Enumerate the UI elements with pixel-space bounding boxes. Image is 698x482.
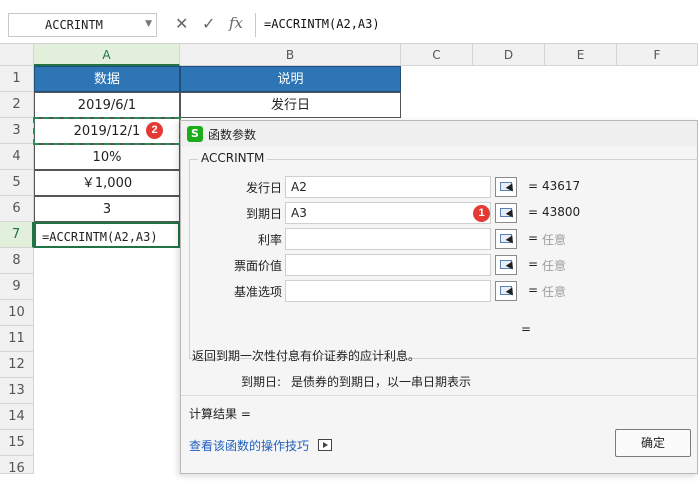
- insert-function-icon[interactable]: fx: [229, 14, 243, 32]
- cancel-icon[interactable]: ✕: [175, 14, 188, 33]
- divider: [181, 395, 697, 396]
- range-select-button[interactable]: [495, 255, 517, 275]
- cell-b2[interactable]: 发行日: [180, 92, 401, 118]
- step-badge-1: 1: [473, 205, 490, 222]
- row-header-11[interactable]: 11: [0, 326, 34, 352]
- range-select-button[interactable]: [495, 281, 517, 301]
- arg-input-par[interactable]: [285, 254, 491, 276]
- cell-a7[interactable]: =ACCRINTM(A2,A3): [34, 222, 180, 248]
- arg-label: 到期日: [245, 207, 282, 221]
- arg-row-par: 票面价值 = 任意: [190, 254, 698, 276]
- cell-a6[interactable]: 3: [34, 196, 180, 222]
- row-header-6[interactable]: 6: [0, 196, 34, 222]
- enter-icon[interactable]: ✓: [202, 14, 215, 33]
- range-select-button[interactable]: [495, 203, 517, 223]
- row-header-1[interactable]: 1: [0, 66, 34, 92]
- arguments-group: ACCRINTM 发行日 A2 = 43617 到期日 A3 = 43800 1…: [189, 151, 698, 359]
- column-header-e[interactable]: E: [545, 44, 617, 66]
- dialog-titlebar[interactable]: S 函数参数: [181, 121, 697, 147]
- function-help-link[interactable]: 查看该函数的操作技巧: [189, 437, 309, 454]
- row-header-10[interactable]: 10: [0, 300, 34, 326]
- cell-a2[interactable]: 2019/6/1: [34, 92, 180, 118]
- function-description: 返回到期一次性付息有价证券的应计利息。: [192, 349, 421, 363]
- row-header-14[interactable]: 14: [0, 404, 34, 430]
- column-header-c[interactable]: C: [401, 44, 473, 66]
- arg-row-maturity: 到期日 A3 = 43800 1: [190, 202, 698, 224]
- cell-a5[interactable]: ￥1,000: [34, 170, 180, 196]
- cell-b1[interactable]: 说明: [180, 66, 401, 92]
- arg-equals: =: [528, 257, 539, 271]
- range-select-button[interactable]: [495, 177, 517, 197]
- calculation-result: 计算结果 =: [189, 407, 251, 421]
- name-box[interactable]: ACCRINTM ▼: [8, 13, 157, 37]
- arg-result: 43617: [542, 179, 581, 193]
- range-select-button[interactable]: [495, 229, 517, 249]
- cell-a1[interactable]: 数据: [34, 66, 180, 92]
- video-play-icon[interactable]: [318, 439, 332, 451]
- arg-input-settlement[interactable]: A2: [285, 176, 491, 198]
- ok-button[interactable]: 确定: [615, 429, 691, 457]
- arg-equals: =: [528, 231, 539, 245]
- row-header-9[interactable]: 9: [0, 274, 34, 300]
- arg-row-settlement: 发行日 A2 = 43617: [190, 176, 698, 198]
- formula-text: =ACCRINTM(A2,A3): [264, 17, 380, 31]
- row-header-16[interactable]: 16: [0, 456, 34, 476]
- function-arguments-dialog: S 函数参数 ACCRINTM 发行日 A2 = 43617 到期日 A3 = …: [180, 120, 698, 474]
- formula-input[interactable]: =ACCRINTM(A2,A3): [255, 13, 698, 37]
- name-box-text: ACCRINTM: [45, 18, 103, 32]
- row-header-8[interactable]: 8: [0, 248, 34, 274]
- arg-result: 43800: [542, 205, 581, 219]
- row-header-4[interactable]: 4: [0, 144, 34, 170]
- column-header-d[interactable]: D: [473, 44, 545, 66]
- arg-label: 基准选项: [233, 285, 282, 299]
- column-header-f[interactable]: F: [617, 44, 698, 66]
- arg-equals: =: [528, 205, 539, 219]
- wps-logo-icon: S: [187, 126, 203, 142]
- step-badge-2: 2: [146, 122, 163, 139]
- argument-description-text: 是债券的到期日，以一串日期表示: [291, 375, 472, 389]
- arg-equals: =: [528, 179, 539, 193]
- cell-a4[interactable]: 10%: [34, 144, 180, 170]
- row-header-12[interactable]: 12: [0, 352, 34, 378]
- row-header-7[interactable]: 7: [0, 222, 34, 248]
- arg-input-maturity[interactable]: A3: [285, 202, 491, 224]
- arg-input-value: A2: [291, 180, 307, 194]
- arg-result: 任意: [542, 233, 567, 247]
- row-header-15[interactable]: 15: [0, 430, 34, 456]
- dialog-title: 函数参数: [208, 128, 257, 142]
- function-name: ACCRINTM: [198, 151, 268, 165]
- formula-bar: ACCRINTM ▼ ✕ ✓ fx =ACCRINTM(A2,A3): [0, 0, 698, 44]
- row-header-2[interactable]: 2: [0, 92, 34, 118]
- column-header-b[interactable]: B: [180, 44, 401, 66]
- argument-description-name: 到期日:: [241, 375, 282, 389]
- chevron-down-icon[interactable]: ▼: [145, 19, 152, 29]
- row-header-13[interactable]: 13: [0, 378, 34, 404]
- formula-result-equals: =: [521, 322, 532, 336]
- arg-input-basis[interactable]: [285, 280, 491, 302]
- arg-row-rate: 利率 = 任意: [190, 228, 698, 250]
- arg-result: 任意: [542, 285, 567, 299]
- arg-label: 利率: [257, 233, 282, 247]
- argument-description: 到期日: 是债券的到期日，以一串日期表示: [241, 373, 471, 390]
- row-header-5[interactable]: 5: [0, 170, 34, 196]
- row-header-3[interactable]: 3: [0, 118, 34, 144]
- arg-input-value: A3: [291, 206, 307, 220]
- arg-label: 票面价值: [233, 259, 282, 273]
- arg-equals: =: [528, 283, 539, 297]
- arg-label: 发行日: [245, 181, 282, 195]
- arg-result: 任意: [542, 259, 567, 273]
- arg-row-basis: 基准选项 = 任意: [190, 280, 698, 302]
- arg-input-rate[interactable]: [285, 228, 491, 250]
- select-all-corner[interactable]: [0, 44, 34, 66]
- column-header-a[interactable]: A: [34, 44, 180, 66]
